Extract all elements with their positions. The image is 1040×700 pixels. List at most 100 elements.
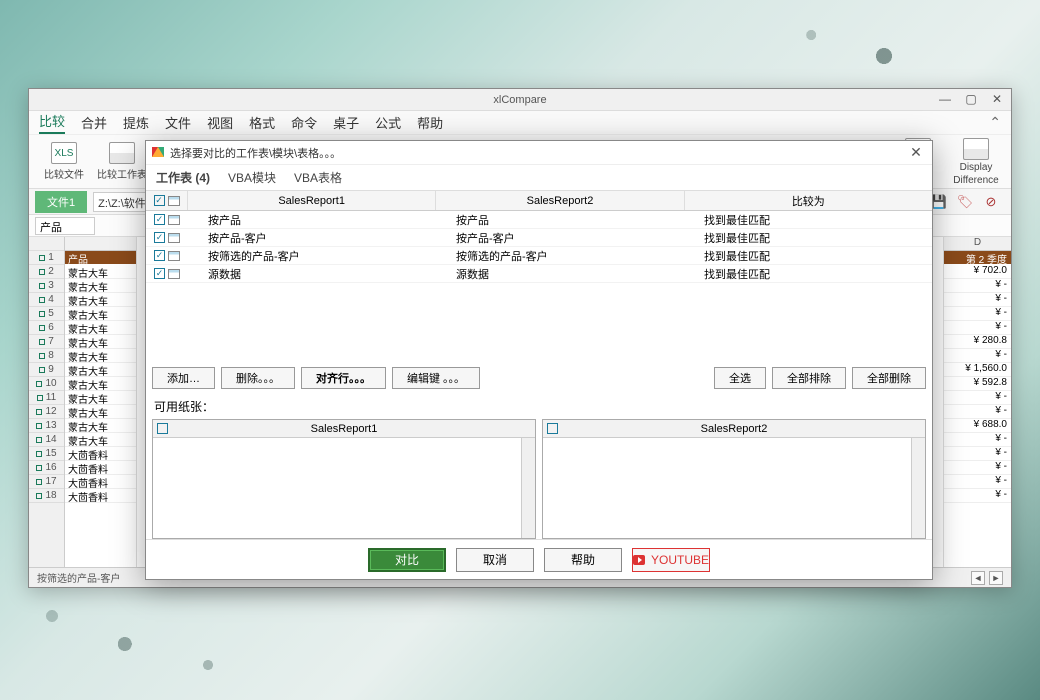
menu-file[interactable]: 文件 (165, 113, 191, 132)
menu-format[interactable]: 格式 (249, 113, 275, 132)
cell[interactable]: 蒙古大车 (65, 405, 136, 419)
row-checkbox[interactable]: ✓ (154, 232, 165, 243)
cell[interactable]: ¥ - (944, 391, 1011, 405)
remove-icon[interactable]: ⊘ (983, 194, 999, 210)
row-header[interactable]: 12 (29, 405, 64, 419)
delete-all-button[interactable]: 全部删除 (852, 367, 926, 389)
cell[interactable]: ¥ 1,560.0 (944, 363, 1011, 377)
row-header[interactable]: 16 (29, 461, 64, 475)
cell[interactable]: 蒙古大车 (65, 419, 136, 433)
row-header[interactable]: 2 (29, 265, 64, 279)
cell[interactable]: 蒙古大车 (65, 335, 136, 349)
menu-view[interactable]: 视图 (207, 113, 233, 132)
row-header[interactable]: 10 (29, 377, 64, 391)
youtube-button[interactable]: YOUTUBE (632, 548, 710, 572)
cell[interactable]: ¥ - (944, 405, 1011, 419)
sheet-tab[interactable]: 按筛选的产品-客户 (37, 570, 120, 585)
mapping-row[interactable]: ✓源数据源数据找到最佳匹配 (146, 265, 932, 283)
exclude-all-button[interactable]: 全部排除 (772, 367, 846, 389)
menu-table[interactable]: 桌子 (333, 113, 359, 132)
cell[interactable]: 蒙古大车 (65, 307, 136, 321)
cancel-button[interactable]: 取消 (456, 548, 534, 572)
row-header[interactable]: 11 (29, 391, 64, 405)
menu-command[interactable]: 命令 (291, 113, 317, 132)
cell[interactable]: ¥ - (944, 489, 1011, 503)
mapping-row[interactable]: ✓按产品按产品找到最佳匹配 (146, 211, 932, 229)
row-header[interactable]: 9 (29, 363, 64, 377)
col-header[interactable] (65, 237, 136, 251)
row-header[interactable]: 18 (29, 489, 64, 503)
mapping-row[interactable]: ✓按筛选的产品-客户按筛选的产品-客户找到最佳匹配 (146, 247, 932, 265)
select-all-button[interactable]: 全选 (714, 367, 766, 389)
ribbon-collapse-icon[interactable]: ⌃ (989, 114, 1001, 131)
close-button[interactable]: ✕ (985, 90, 1009, 108)
cell[interactable]: 蒙古大车 (65, 293, 136, 307)
header-report1[interactable]: SalesReport1 (188, 191, 436, 210)
save-icon[interactable]: 💾 (931, 194, 947, 210)
row-header[interactable]: 8 (29, 349, 64, 363)
cell[interactable]: 蒙古大车 (65, 363, 136, 377)
cell[interactable]: ¥ - (944, 279, 1011, 293)
row-checkbox[interactable]: ✓ (154, 214, 165, 225)
row-header[interactable]: 17 (29, 475, 64, 489)
pane2-list[interactable] (543, 438, 925, 538)
maximize-button[interactable]: ▢ (959, 90, 983, 108)
row-header[interactable]: 5 (29, 307, 64, 321)
row-header[interactable]: 4 (29, 293, 64, 307)
cell[interactable]: ¥ 688.0 (944, 419, 1011, 433)
cell[interactable]: 大茴香料 (65, 447, 136, 461)
scrollbar[interactable] (521, 438, 535, 538)
cell[interactable]: ¥ - (944, 349, 1011, 363)
menu-formula[interactable]: 公式 (375, 113, 401, 132)
cell[interactable]: ¥ - (944, 475, 1011, 489)
cell[interactable]: ¥ - (944, 321, 1011, 335)
cell[interactable]: 蒙古大车 (65, 349, 136, 363)
row-header[interactable]: 6 (29, 321, 64, 335)
cell[interactable]: ¥ - (944, 433, 1011, 447)
help-button[interactable]: 帮助 (544, 548, 622, 572)
row-header[interactable]: 14 (29, 433, 64, 447)
compare-sheets-button[interactable]: 比较工作表 (97, 142, 147, 181)
menu-compare[interactable]: 比较 (39, 111, 65, 134)
row-checkbox[interactable]: ✓ (154, 268, 165, 279)
cell[interactable]: ¥ 702.0 (944, 265, 1011, 279)
cell[interactable]: 蒙古大车 (65, 377, 136, 391)
menu-refine[interactable]: 提炼 (123, 113, 149, 132)
display-difference-button[interactable]: Display Difference (951, 138, 1001, 186)
cell[interactable]: ¥ 592.8 (944, 377, 1011, 391)
add-button[interactable]: 添加… (152, 367, 215, 389)
row-header[interactable]: 15 (29, 447, 64, 461)
row-header[interactable]: 13 (29, 419, 64, 433)
tab-vba-tables[interactable]: VBA表格 (294, 169, 342, 186)
cell[interactable]: ¥ 280.8 (944, 335, 1011, 349)
file-tab[interactable]: 文件1 (35, 191, 87, 213)
pane1-list[interactable] (153, 438, 535, 538)
row-header[interactable]: 7 (29, 335, 64, 349)
compare-files-button[interactable]: XLS 比较文件 (39, 142, 89, 181)
align-rows-button[interactable]: 对齐行。。。 (301, 367, 386, 389)
dialog-close-button[interactable]: ✕ (906, 144, 926, 161)
scroll-right-icon[interactable]: ► (989, 571, 1003, 585)
cell[interactable]: 蒙古大车 (65, 321, 136, 335)
scrollbar[interactable] (911, 438, 925, 538)
cell[interactable]: 蒙古大车 (65, 391, 136, 405)
name-box[interactable]: 产品 (35, 217, 95, 235)
mapping-row[interactable]: ✓按产品-客户按产品-客户找到最佳匹配 (146, 229, 932, 247)
row-checkbox[interactable]: ✓ (154, 250, 165, 261)
header-compare-as[interactable]: 比较为 (685, 191, 932, 210)
cell[interactable]: 蒙古大车 (65, 433, 136, 447)
cell[interactable]: 大茴香料 (65, 475, 136, 489)
menu-help[interactable]: 帮助 (417, 113, 443, 132)
edit-keys-button[interactable]: 编辑键 。。。 (392, 367, 480, 389)
cell[interactable]: ¥ - (944, 293, 1011, 307)
cell[interactable]: 大茴香料 (65, 461, 136, 475)
cell[interactable]: ¥ - (944, 307, 1011, 321)
col-header-d[interactable]: D (944, 237, 1011, 251)
header-report2[interactable]: SalesReport2 (436, 191, 684, 210)
tag-icon[interactable]: 🏷 (957, 194, 973, 210)
cell[interactable]: 大茴香料 (65, 489, 136, 503)
cell[interactable]: ¥ - (944, 461, 1011, 475)
cell[interactable]: ¥ - (944, 447, 1011, 461)
tab-vba-modules[interactable]: VBA模块 (228, 169, 276, 186)
header-checkbox[interactable]: ✓ (154, 195, 165, 206)
